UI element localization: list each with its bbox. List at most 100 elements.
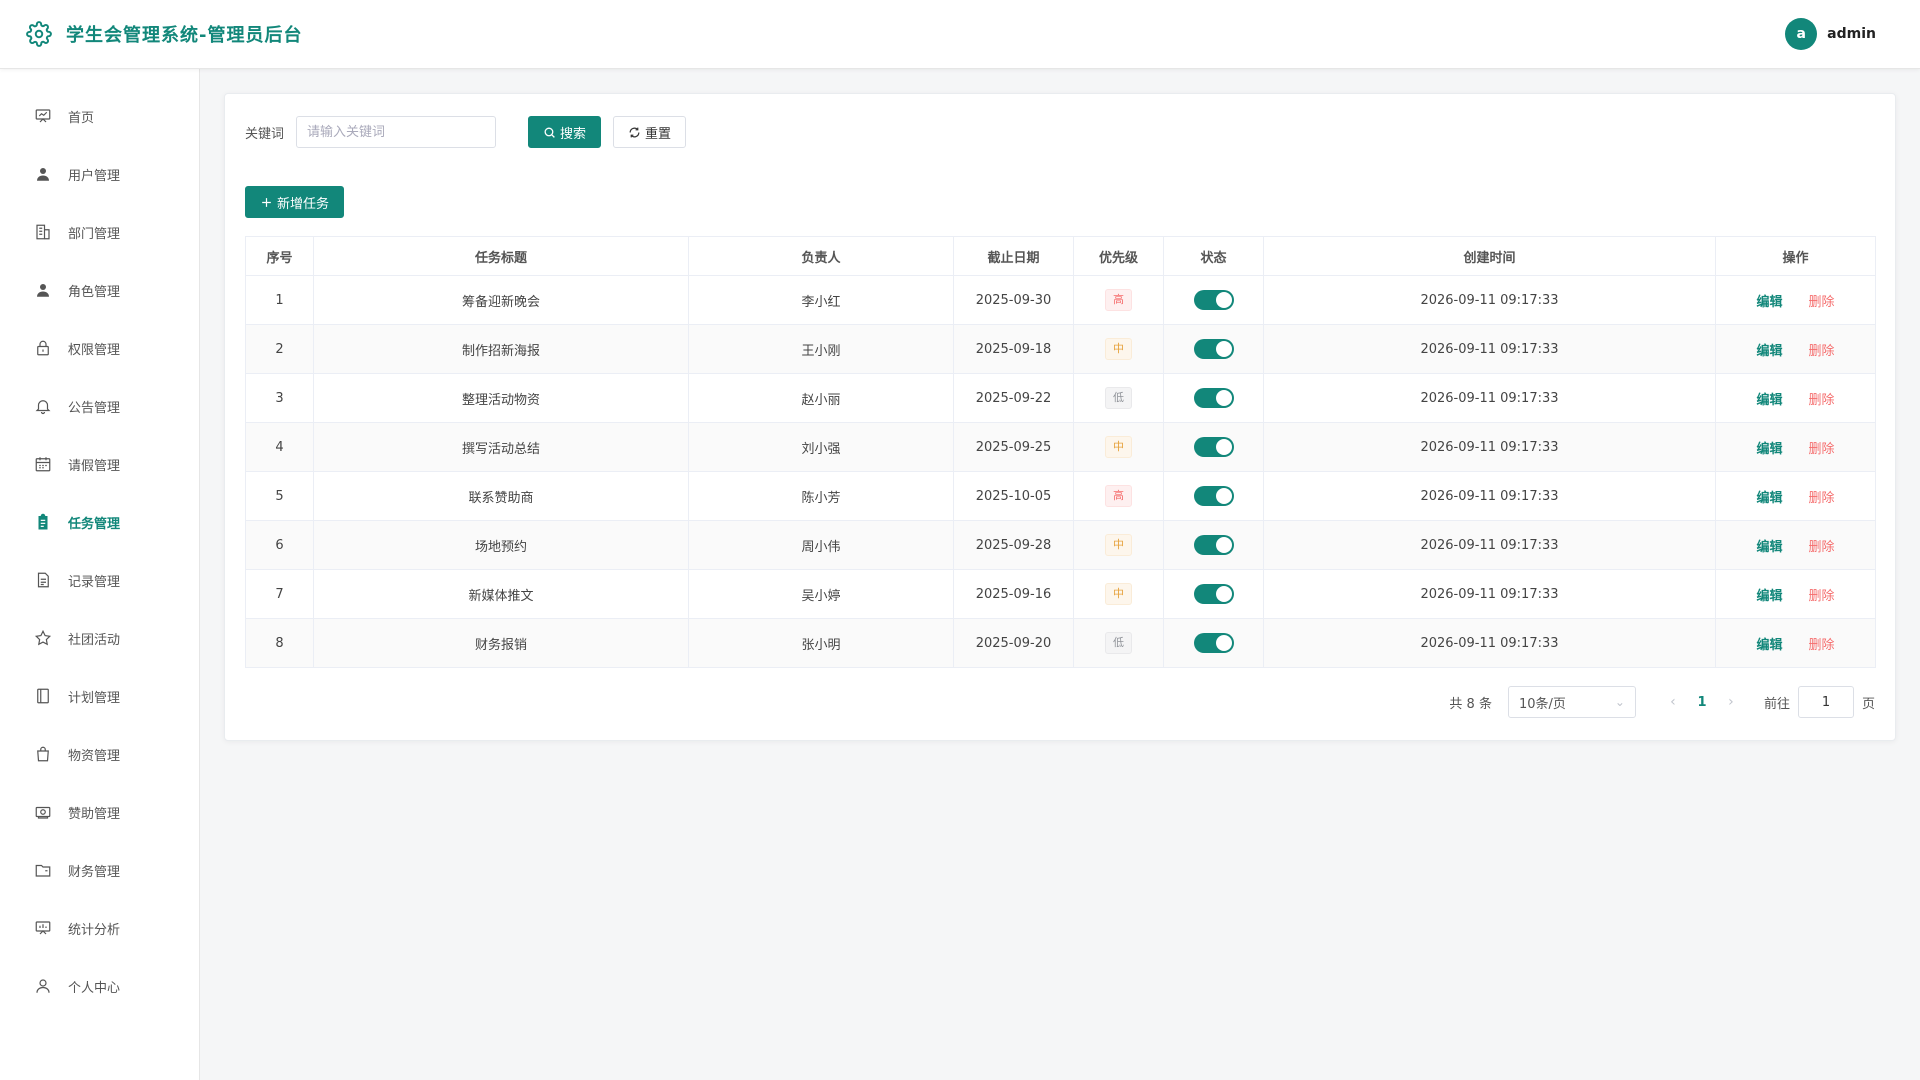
sidebar-item-announcements[interactable]: 公告管理	[0, 377, 199, 435]
cell-deadline: 2025-09-16	[953, 569, 1074, 619]
cell-title: 撰写活动总结	[313, 422, 689, 472]
page-number-1[interactable]: 1	[1686, 695, 1718, 710]
user-menu[interactable]: a admin	[1785, 18, 1876, 50]
sidebar-item-records[interactable]: 记录管理	[0, 551, 199, 609]
cell-priority: 低	[1073, 618, 1164, 668]
status-toggle[interactable]	[1193, 486, 1234, 506]
sidebar-item-label: 个人中心	[68, 980, 121, 996]
cell-actions: 编辑 删除	[1715, 618, 1876, 668]
page-size-select[interactable]: 10条/页 ⌄	[1507, 686, 1636, 718]
toggle-knob	[1215, 341, 1232, 357]
sidebar-item-users[interactable]: 用户管理	[0, 145, 199, 203]
column-header-owner: 负责人	[688, 236, 954, 276]
status-toggle[interactable]	[1193, 535, 1234, 555]
edit-button[interactable]: 编辑	[1756, 344, 1782, 359]
delete-button[interactable]: 删除	[1809, 491, 1835, 506]
search-button-label: 搜索	[560, 126, 587, 142]
next-page-button[interactable]: ›	[1718, 694, 1744, 710]
search-button[interactable]: 搜索	[528, 116, 602, 148]
cell-owner: 张小明	[688, 618, 954, 668]
sidebar-item-label: 部门管理	[68, 226, 121, 242]
edit-button[interactable]: 编辑	[1756, 638, 1782, 653]
cell-deadline: 2025-09-20	[953, 618, 1074, 668]
sidebar-item-plans[interactable]: 计划管理	[0, 667, 199, 725]
table-row: 2 制作招新海报 王小刚 2025-09-18 中 2026-09-11 09:17:33…	[245, 324, 1876, 374]
reset-button[interactable]: 重置	[613, 116, 687, 148]
edit-button[interactable]: 编辑	[1756, 393, 1782, 408]
app-title: 学生会管理系统-管理员后台	[66, 25, 303, 46]
status-toggle[interactable]	[1193, 437, 1234, 457]
top-header: 学生会管理系统-管理员后台 a admin	[0, 0, 1920, 69]
delete-button[interactable]: 删除	[1809, 442, 1835, 457]
avatar[interactable]: a	[1785, 18, 1818, 50]
edit-button[interactable]: 编辑	[1756, 295, 1782, 310]
username[interactable]: admin	[1827, 26, 1876, 42]
sidebar-item-statistics[interactable]: 统计分析	[0, 899, 199, 957]
cell-actions: 编辑 删除	[1715, 569, 1876, 619]
status-toggle[interactable]	[1193, 290, 1234, 310]
edit-button[interactable]: 编辑	[1756, 589, 1782, 604]
keyword-input[interactable]	[296, 116, 497, 148]
sidebar-item-label: 赞助管理	[68, 806, 121, 822]
priority-tag: 中	[1105, 534, 1132, 556]
page-size-value: 10条/页	[1518, 696, 1566, 712]
sidebar-item-profile[interactable]: 个人中心	[0, 957, 199, 1015]
column-header-created: 创建时间	[1263, 236, 1716, 276]
sidebar-item-supplies[interactable]: 物资管理	[0, 725, 199, 783]
delete-button[interactable]: 删除	[1809, 589, 1835, 604]
sidebar-item-label: 首页	[68, 110, 95, 126]
toggle-knob	[1215, 439, 1232, 455]
sidebar-item-label: 任务管理	[68, 516, 121, 532]
cell-created: 2026-09-11 09:17:33	[1263, 373, 1716, 423]
edit-button[interactable]: 编辑	[1756, 442, 1782, 457]
cell-actions: 编辑 删除	[1715, 520, 1876, 570]
column-header-index: 序号	[245, 236, 314, 276]
cell-priority: 中	[1073, 422, 1164, 472]
column-header-title: 任务标题	[313, 236, 689, 276]
toggle-knob	[1215, 635, 1232, 651]
column-header-actions: 操作	[1715, 236, 1876, 276]
goto-page-input[interactable]	[1797, 686, 1854, 718]
brand[interactable]: 学生会管理系统-管理员后台	[26, 21, 302, 47]
status-toggle[interactable]	[1193, 388, 1234, 408]
table-header: 序号 任务标题 负责人 截止日期 优先级 状态 创建时间 操作	[245, 236, 1876, 276]
sidebar-item-activities[interactable]: 社团活动	[0, 609, 199, 667]
cell-priority: 中	[1073, 520, 1164, 570]
cell-owner: 周小伟	[688, 520, 954, 570]
calendar-icon	[35, 457, 51, 472]
sidebar-item-tasks[interactable]: 任务管理	[0, 493, 199, 551]
edit-button[interactable]: 编辑	[1756, 491, 1782, 506]
cell-actions: 编辑 删除	[1715, 422, 1876, 472]
cell-owner: 吴小婷	[688, 569, 954, 619]
priority-tag: 中	[1105, 583, 1132, 605]
cell-owner: 赵小丽	[688, 373, 954, 423]
cell-created: 2026-09-11 09:17:33	[1263, 324, 1716, 374]
status-toggle[interactable]	[1193, 339, 1234, 359]
sidebar-item-permissions[interactable]: 权限管理	[0, 319, 199, 377]
cell-index: 1	[245, 275, 314, 325]
status-toggle[interactable]	[1193, 584, 1234, 604]
status-toggle[interactable]	[1193, 633, 1234, 653]
sidebar-item-home[interactable]: 首页	[0, 87, 199, 145]
sidebar-item-label: 记录管理	[68, 574, 121, 590]
gear-icon	[26, 21, 52, 47]
prev-page-button[interactable]: ‹	[1660, 694, 1686, 710]
add-task-label: 新增任务	[277, 196, 330, 212]
delete-button[interactable]: 删除	[1809, 295, 1835, 310]
sidebar-item-finance[interactable]: 财务管理	[0, 841, 199, 899]
sidebar-item-roles[interactable]: 角色管理	[0, 261, 199, 319]
sidebar-item-label: 公告管理	[68, 400, 121, 416]
cell-owner: 王小刚	[688, 324, 954, 374]
delete-button[interactable]: 删除	[1809, 344, 1835, 359]
add-task-button[interactable]: 新增任务	[245, 186, 345, 218]
cell-deadline: 2025-09-30	[953, 275, 1074, 325]
delete-button[interactable]: 删除	[1809, 638, 1835, 653]
delete-button[interactable]: 删除	[1809, 540, 1835, 555]
bell-icon	[35, 400, 51, 415]
delete-button[interactable]: 删除	[1809, 393, 1835, 408]
edit-button[interactable]: 编辑	[1756, 540, 1782, 555]
sidebar-item-leave[interactable]: 请假管理	[0, 435, 199, 493]
sidebar-item-departments[interactable]: 部门管理	[0, 203, 199, 261]
sidebar-item-sponsorship[interactable]: 赞助管理	[0, 783, 199, 841]
table-row: 5 联系赞助商 陈小芳 2025-10-05 高 2026-09-11 09:17:33 编…	[245, 471, 1876, 521]
